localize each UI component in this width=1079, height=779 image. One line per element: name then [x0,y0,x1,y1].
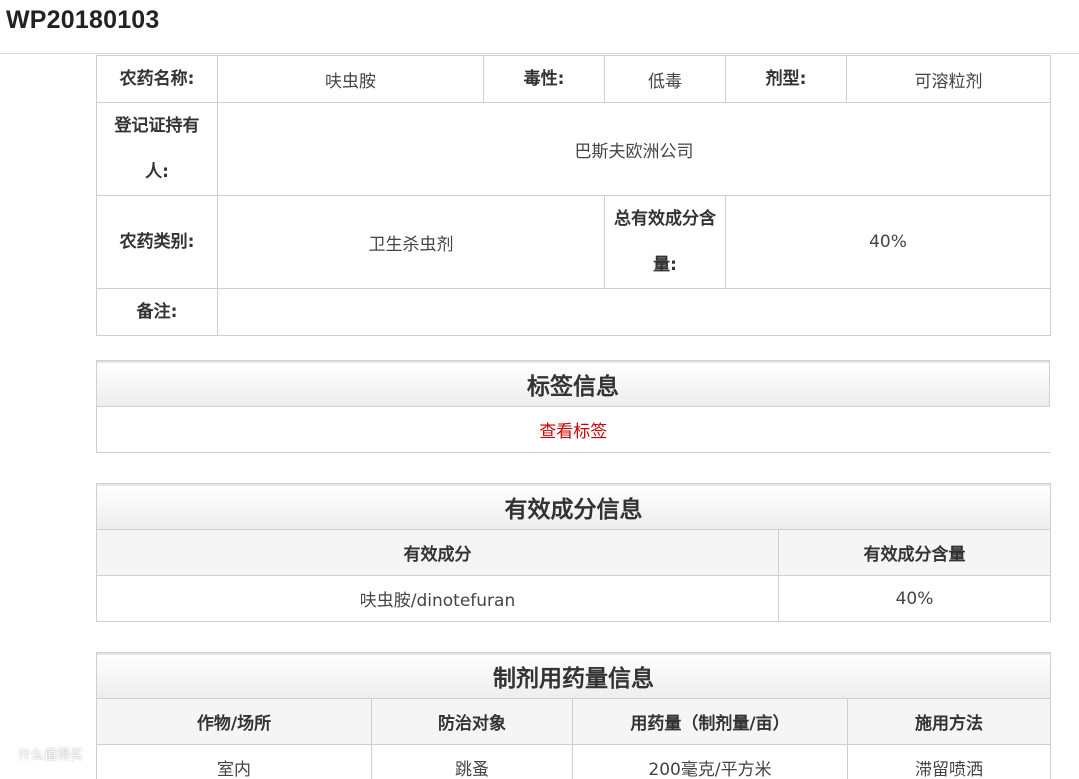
column-header-ingredient: 有效成分 [96,529,779,576]
toxicity-label: 毒性: [483,55,605,103]
watermark: 什么值得买 [18,748,84,763]
ingredient-section-title: 有效成分信息 [96,483,1051,530]
remarks-label: 备注: [96,288,218,336]
column-header-method: 施用方法 [847,698,1051,745]
pesticide-name-label: 农药名称: [96,55,218,103]
table-row: 备注: [96,288,1051,336]
target-cell: 跳蚤 [371,744,573,779]
total-content-value: 40% [725,195,1051,289]
total-content-label: 总有效成分含量: [604,195,726,289]
ingredient-info-table: 有效成分信息 有效成分 有效成分含量 呋虫胺/dinotefuran 40% [96,483,1051,622]
column-header-dosage: 用药量（制剂量/亩） [572,698,848,745]
holder-label: 登记证持有人: [96,102,218,196]
column-header-content: 有效成分含量 [778,529,1051,576]
table-row: 登记证持有人: 巴斯夫欧洲公司 [96,102,1051,196]
page: WP20180103 农药名称: 呋虫胺 毒性: 低毒 剂型: 可溶粒剂 登记证… [0,0,1079,779]
label-info-table: 标签信息 查看标签 [96,360,1050,453]
column-header-target: 防治对象 [371,698,573,745]
category-value: 卫生杀虫剂 [217,195,605,289]
holder-value: 巴斯夫欧洲公司 [217,102,1051,196]
formulation-value: 可溶粒剂 [846,55,1051,103]
dosage-cell: 200毫克/平方米 [572,744,848,779]
table-row: 农药名称: 呋虫胺 毒性: 低毒 剂型: 可溶粒剂 [96,55,1051,103]
formulation-label: 剂型: [725,55,847,103]
pesticide-name-value: 呋虫胺 [217,55,484,103]
dosage-section-title: 制剂用药量信息 [96,652,1051,699]
crop-cell: 室内 [96,744,372,779]
table-row: 农药类别: 卫生杀虫剂 总有效成分含量: 40% [96,195,1051,289]
label-section-title: 标签信息 [96,360,1050,407]
label-link-cell: 查看标签 [96,406,1050,453]
basic-info-table: 农药名称: 呋虫胺 毒性: 低毒 剂型: 可溶粒剂 登记证持有人: 巴斯夫欧洲公… [96,55,1051,336]
column-header-crop: 作物/场所 [96,698,372,745]
ingredient-name-cell: 呋虫胺/dinotefuran [96,575,779,622]
ingredient-content-cell: 40% [778,575,1051,622]
registration-number: WP20180103 [6,6,160,34]
page-header: WP20180103 [0,0,1079,54]
category-label: 农药类别: [96,195,218,289]
remarks-value [217,288,1051,336]
dosage-info-table: 制剂用药量信息 作物/场所 防治对象 用药量（制剂量/亩） 施用方法 室内 跳蚤… [96,652,1051,779]
view-label-link[interactable]: 查看标签 [539,422,607,442]
method-cell: 滞留喷洒 [847,744,1051,779]
table-row: 室内 跳蚤 200毫克/平方米 滞留喷洒 [96,744,1051,779]
toxicity-value: 低毒 [604,55,726,103]
table-row: 呋虫胺/dinotefuran 40% [96,575,1051,622]
